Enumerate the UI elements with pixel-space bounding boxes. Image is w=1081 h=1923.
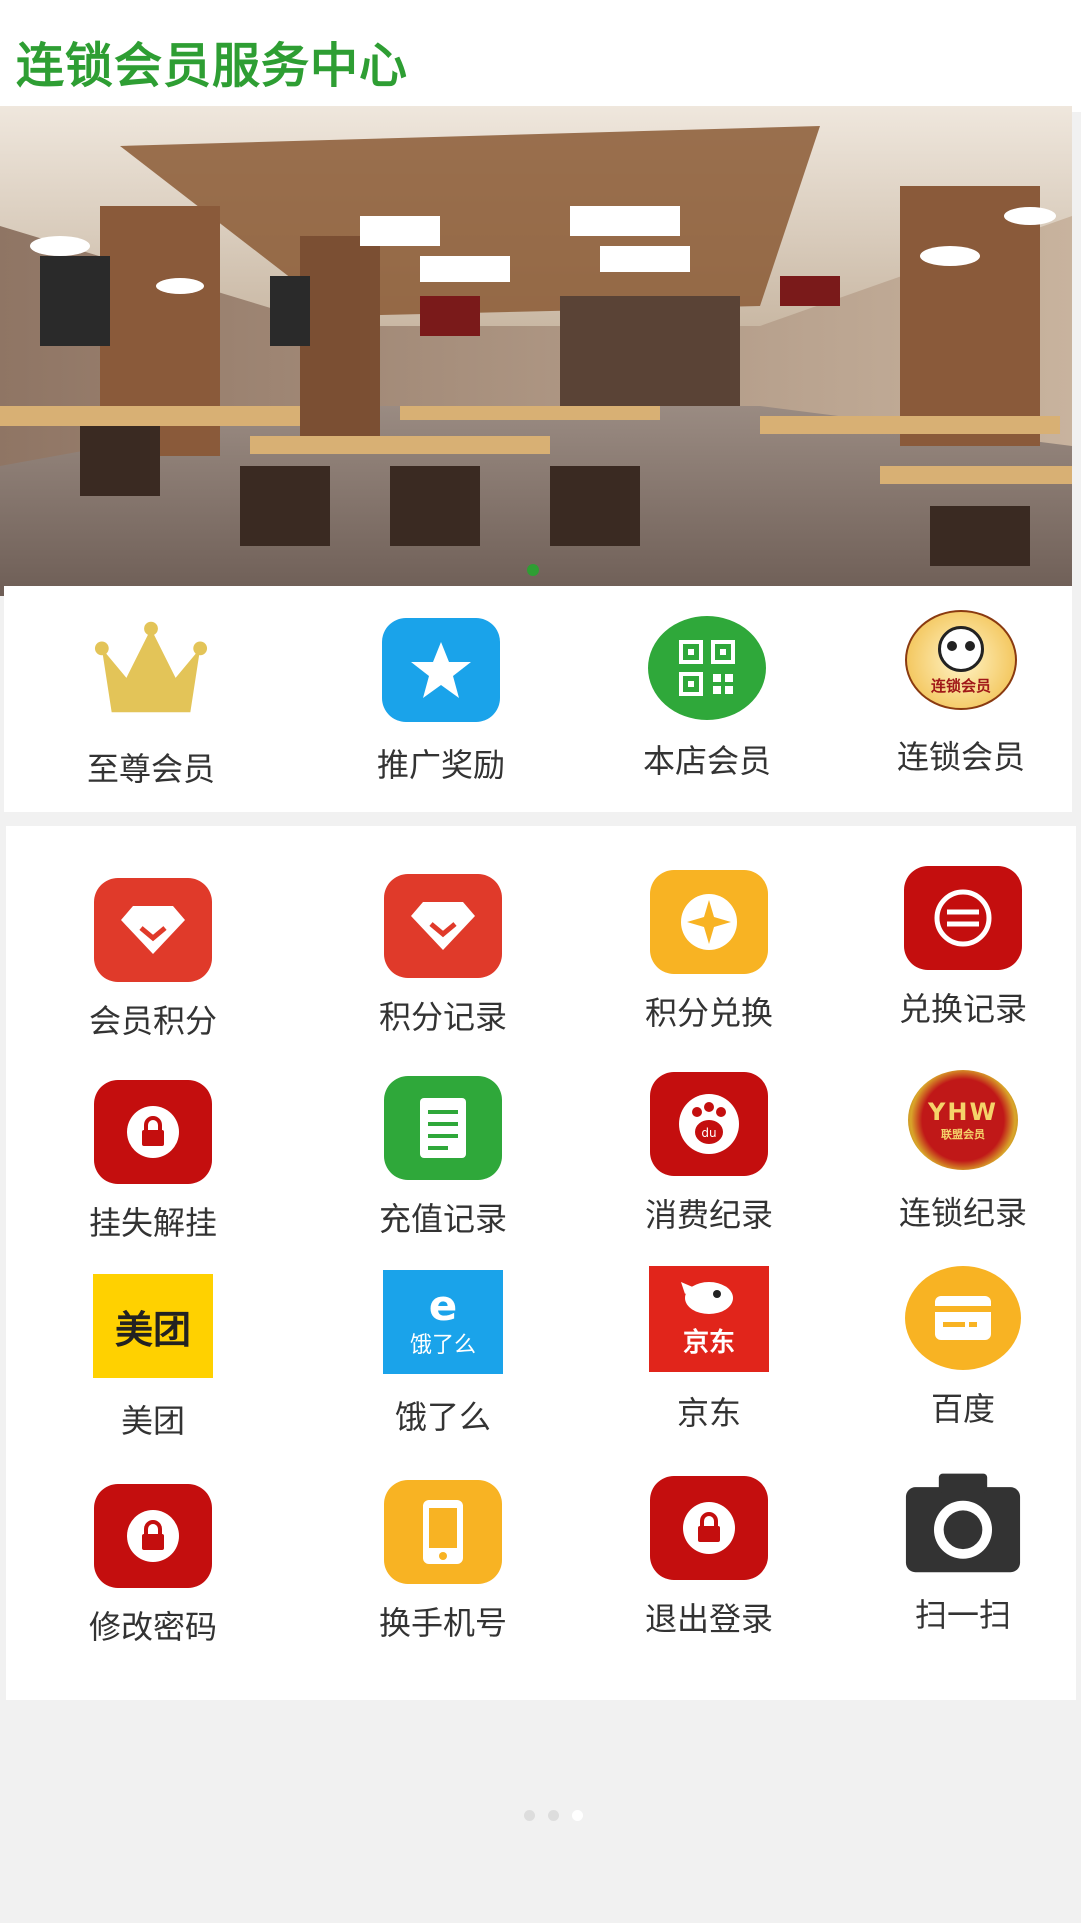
- page-indicator-dot-active[interactable]: [572, 1810, 583, 1821]
- banner-carousel[interactable]: [0, 106, 1072, 596]
- grid-item-label: 会员积分: [88, 1002, 217, 1040]
- grid-item-label: 消费纪录: [644, 1196, 773, 1234]
- chain-member-logo-text: 连锁会员: [930, 677, 991, 695]
- document-icon: [384, 1076, 502, 1180]
- menu-item-label: 推广奖励: [376, 746, 505, 784]
- yhw-badge-icon: YHW 联盟会员: [908, 1070, 1018, 1170]
- lock-icon: [650, 1476, 768, 1580]
- chain-member-logo-icon: 连锁会员: [905, 610, 1017, 710]
- menu-item-label: 连锁会员: [896, 738, 1025, 776]
- grid-item-label: 充值记录: [378, 1200, 507, 1238]
- grid-item-label: 京东: [676, 1394, 741, 1432]
- top-menu-card: 至尊会员 推广奖励 本店会员 连锁会员 连锁会员: [4, 586, 1072, 812]
- menu-item-label: 至尊会员: [86, 750, 215, 788]
- yhw-logo-subtext: 联盟会员: [941, 1128, 985, 1141]
- lock-icon: [94, 1080, 212, 1184]
- page-indicator-dot[interactable]: [524, 1810, 535, 1821]
- grid-item-label: 修改密码: [88, 1608, 217, 1646]
- diamond-icon: [384, 874, 502, 978]
- jd-logo-text: 京东: [682, 1327, 735, 1358]
- grid-item-label: 饿了么: [394, 1398, 491, 1436]
- page-indicator-dot[interactable]: [548, 1810, 559, 1821]
- grid-item-label: 兑换记录: [898, 990, 1027, 1028]
- qr-code-icon: [648, 616, 766, 720]
- diamond-icon: [94, 878, 212, 982]
- grid-item-label: 换手机号: [378, 1604, 507, 1642]
- meituan-logo-text: 美团: [114, 1307, 191, 1352]
- eleme-logo-icon: e 饿了么: [383, 1270, 503, 1374]
- grid-item-label: 积分兑换: [644, 994, 773, 1032]
- page-indicator: [524, 1810, 584, 1824]
- grid-item-label: 连锁纪录: [898, 1194, 1027, 1232]
- sparkle-icon: [650, 870, 768, 974]
- lock-icon: [94, 1484, 212, 1588]
- star-icon: [382, 618, 500, 722]
- meituan-logo-icon: 美团: [93, 1274, 213, 1378]
- exchange-icon: [904, 866, 1022, 970]
- banner-indicator-dot[interactable]: [527, 564, 539, 576]
- card-icon: [905, 1266, 1021, 1370]
- grid-item-label: 退出登录: [644, 1600, 773, 1638]
- eleme-logo-text: 饿了么: [409, 1333, 476, 1358]
- camera-icon: [904, 1470, 1022, 1574]
- grid-item-label: 美团: [120, 1402, 185, 1440]
- app-header: 连锁会员服务中心: [0, 0, 1081, 112]
- jd-logo-icon: 京东: [649, 1266, 769, 1372]
- grid-item-label: 百度: [930, 1390, 995, 1428]
- paw-logo-text: du: [701, 1126, 716, 1140]
- page-title: 连锁会员服务中心: [16, 38, 409, 94]
- menu-item-label: 本店会员: [642, 742, 771, 780]
- grid-item-label: 扫一扫: [914, 1596, 1011, 1634]
- crown-icon: [92, 616, 210, 720]
- restaurant-banner-image: [0, 106, 1072, 596]
- yhw-logo-text: YHW: [928, 1098, 998, 1126]
- paw-icon: du: [650, 1072, 768, 1176]
- grid-item-label: 积分记录: [378, 998, 507, 1036]
- phone-icon: [384, 1480, 502, 1584]
- grid-item-label: 挂失解挂: [88, 1204, 217, 1242]
- function-grid-card: 会员积分 积分记录 积分兑换 兑换记录 挂失解挂 充值记录 du 消费纪录 YH…: [6, 826, 1076, 1700]
